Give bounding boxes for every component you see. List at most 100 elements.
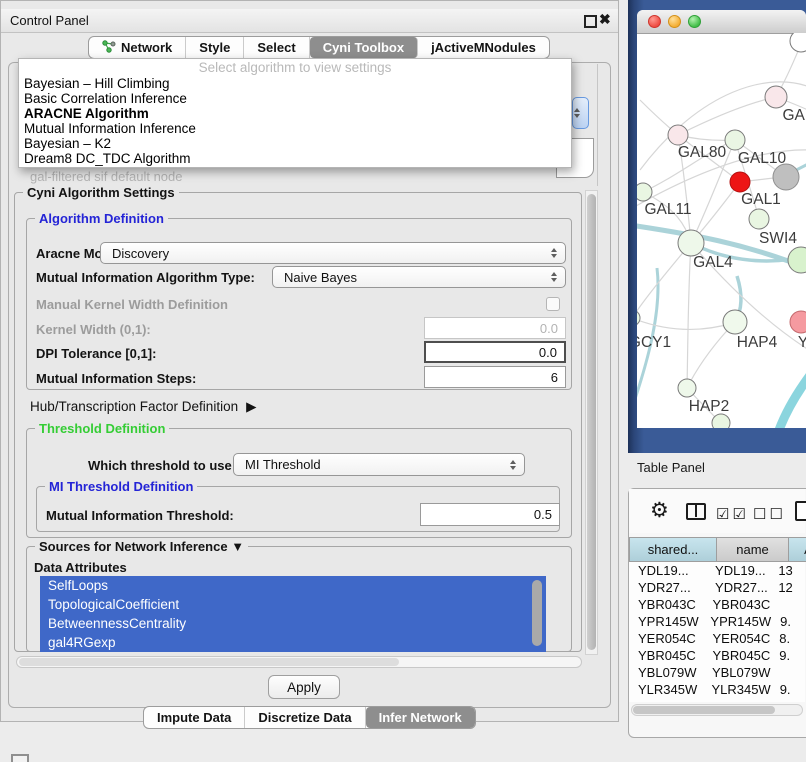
network-node[interactable] bbox=[790, 33, 806, 52]
table-horizontal-scrollbar-thumb[interactable] bbox=[633, 706, 775, 714]
table-rows: YDL19...YDL19...13YDR27...YDR27...12YBR0… bbox=[629, 562, 805, 702]
node-label-hap2: HAP2 bbox=[689, 398, 730, 415]
table-row[interactable]: YLR345WYLR345W9. bbox=[629, 681, 805, 698]
table-row[interactable]: YDL19...YDL19...13 bbox=[629, 562, 805, 579]
algorithm-option[interactable]: Mutual Information Inference bbox=[19, 121, 571, 136]
table-cell: 9. bbox=[771, 681, 805, 698]
network-node[interactable] bbox=[773, 164, 799, 190]
network-node-gal4[interactable] bbox=[678, 230, 704, 256]
network-node-gal10[interactable] bbox=[725, 130, 745, 150]
table-cell: YLR345W bbox=[702, 681, 770, 698]
bottom-tab-discretize-data[interactable]: Discretize Data bbox=[245, 707, 365, 728]
mi-algorithm-type-combo[interactable]: Naive Bayes bbox=[272, 266, 566, 288]
table-row[interactable]: YER054CYER054C8. bbox=[629, 630, 805, 647]
table-header-row: shared...nameA bbox=[629, 537, 806, 562]
data-attributes-list[interactable]: SelfLoopsTopologicalCoefficientBetweenne… bbox=[40, 576, 546, 652]
table-row[interactable]: YDR27...YDR27...12 bbox=[629, 579, 805, 596]
apply-button[interactable]: Apply bbox=[268, 675, 340, 699]
network-edge[interactable] bbox=[637, 243, 691, 318]
attribute-item[interactable]: SelfLoops bbox=[40, 576, 546, 595]
vertical-scrollbar-thumb[interactable] bbox=[587, 194, 596, 650]
column-header[interactable]: A bbox=[789, 537, 806, 562]
hidden-combo-stepper-focused[interactable] bbox=[572, 97, 589, 129]
dpi-tolerance-field[interactable]: 0.0 bbox=[424, 341, 566, 363]
network-window-titlebar[interactable] bbox=[637, 10, 806, 34]
mi-threshold-field[interactable]: 0.5 bbox=[420, 503, 560, 526]
network-node-gal[interactable] bbox=[765, 86, 787, 108]
attribute-item[interactable]: gal4RGexp bbox=[40, 633, 546, 652]
network-node-gcy1[interactable] bbox=[637, 310, 640, 326]
network-node-gal80[interactable] bbox=[668, 125, 688, 145]
network-node-swi4[interactable] bbox=[749, 209, 769, 229]
column-header[interactable]: name bbox=[717, 537, 789, 562]
network-edge[interactable] bbox=[774, 370, 806, 428]
table-row[interactable]: YLL052CYLL052C9. bbox=[629, 698, 805, 702]
network-node-gal1[interactable] bbox=[730, 172, 750, 192]
table-row[interactable]: YBR045CYBR045C9. bbox=[629, 647, 805, 664]
control-panel-title: Control Panel bbox=[10, 13, 89, 28]
settings-gear-icon[interactable]: ⚙ bbox=[650, 498, 669, 523]
aracne-mode-combo[interactable]: Discovery bbox=[100, 242, 566, 264]
tab-label: Discretize Data bbox=[258, 710, 351, 725]
column-header[interactable]: shared... bbox=[629, 537, 717, 562]
algorithm-option[interactable]: Basic Correlation Inference bbox=[19, 91, 571, 106]
tab-cyni-toolbox[interactable]: Cyni Toolbox bbox=[310, 37, 418, 58]
network-node-gal11[interactable] bbox=[637, 183, 652, 201]
algorithm-option[interactable]: Dream8 DC_TDC Algorithm bbox=[19, 151, 571, 166]
kernel-width-label: Kernel Width (0,1): bbox=[36, 322, 151, 337]
tab-network[interactable]: Network bbox=[89, 37, 186, 58]
attributes-scrollbar-thumb[interactable] bbox=[532, 580, 542, 646]
tab-select[interactable]: Select bbox=[244, 37, 309, 58]
algorithm-placeholder: Select algorithm to view settings bbox=[19, 59, 571, 76]
zoom-traffic-light-icon[interactable] bbox=[688, 15, 701, 28]
node-label-gal80: GAL80 bbox=[678, 144, 727, 161]
network-node[interactable] bbox=[788, 247, 806, 273]
minimized-panel-fragment[interactable] bbox=[11, 754, 29, 762]
tab-label: jActiveMNodules bbox=[431, 40, 536, 55]
tab-jactivemnodules[interactable]: jActiveMNodules bbox=[418, 37, 549, 58]
bottom-tab-infer-network[interactable]: Infer Network bbox=[366, 707, 475, 728]
table-cell: YER054C bbox=[629, 630, 703, 647]
close-traffic-light-icon[interactable] bbox=[648, 15, 661, 28]
network-graph-canvas[interactable]: GALGAL80GAL10GAL1GAL11GAL4SWI4GCY1HAP4YH… bbox=[637, 33, 806, 428]
attribute-item[interactable]: BetweennessCentrality bbox=[40, 614, 546, 633]
node-label-gcy1: GCY1 bbox=[637, 334, 671, 351]
table-row[interactable]: YPR145WYPR145W9. bbox=[629, 613, 805, 630]
select-columns-checked-icon[interactable]: ☑☑ bbox=[716, 505, 749, 523]
attribute-item[interactable]: TopologicalCoefficient bbox=[40, 595, 546, 614]
mi-algorithm-type-value: Naive Bayes bbox=[284, 270, 357, 285]
table-cell: YBR043C bbox=[703, 596, 770, 613]
table-cell: YLL052C bbox=[629, 698, 706, 702]
manual-kernel-width-checkbox[interactable] bbox=[546, 297, 560, 311]
sources-title[interactable]: Sources for Network Inference ▼ bbox=[35, 539, 248, 554]
algorithm-option[interactable]: ARACNE Algorithm bbox=[19, 106, 571, 121]
deselect-columns-icon[interactable]: ☐☐ bbox=[753, 505, 786, 523]
network-edge[interactable] bbox=[687, 243, 691, 388]
mi-steps-field[interactable]: 6 bbox=[424, 366, 566, 388]
document-icon[interactable] bbox=[795, 501, 806, 521]
network-edge[interactable] bbox=[637, 318, 733, 330]
network-node-hap2[interactable] bbox=[678, 379, 696, 397]
dpi-tolerance-label: DPI Tolerance [0,1]: bbox=[36, 346, 156, 361]
hub-definition-toggle[interactable]: Hub/Transcription Factor Definition▶ bbox=[30, 399, 256, 415]
collapsed-arrow-icon: ▶ bbox=[246, 399, 256, 415]
algorithm-option[interactable]: Bayesian – K2 bbox=[19, 136, 571, 151]
manual-kernel-width-label: Manual Kernel Width Definition bbox=[36, 297, 228, 312]
minimize-traffic-light-icon[interactable] bbox=[668, 15, 681, 28]
table-row[interactable]: YBL079WYBL079W bbox=[629, 664, 805, 681]
bottom-tab-impute-data[interactable]: Impute Data bbox=[144, 707, 245, 728]
network-node-y[interactable] bbox=[790, 311, 806, 333]
network-node-hap4[interactable] bbox=[723, 310, 747, 334]
node-label-gal4: GAL4 bbox=[693, 254, 733, 271]
algorithm-option[interactable]: Bayesian – Hill Climbing bbox=[19, 76, 571, 91]
which-threshold-combo[interactable]: MI Threshold bbox=[233, 453, 525, 476]
float-window-icon[interactable] bbox=[584, 15, 597, 28]
close-icon[interactable]: ✖ bbox=[599, 11, 611, 28]
tab-style[interactable]: Style bbox=[186, 37, 244, 58]
horizontal-scrollbar-thumb[interactable] bbox=[19, 658, 399, 666]
control-panel-tab-strip: NetworkStyleSelectCyni Toolbox jActiveMNo… bbox=[88, 36, 550, 59]
split-columns-icon[interactable] bbox=[686, 503, 706, 520]
network-node[interactable] bbox=[712, 414, 730, 428]
table-cell: YBR045C bbox=[629, 647, 703, 664]
table-row[interactable]: YBR043CYBR043C bbox=[629, 596, 805, 613]
